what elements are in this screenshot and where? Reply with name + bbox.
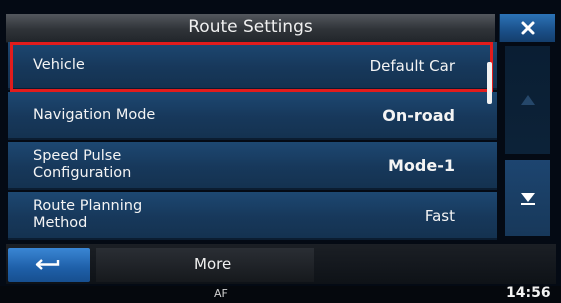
af-indicator: AF — [214, 287, 228, 300]
setting-row-route-planning[interactable]: Route Planning Method Fast — [8, 192, 497, 240]
selection-highlight — [10, 42, 493, 92]
more-button[interactable]: More — [96, 248, 314, 282]
more-button-label: More — [194, 255, 232, 273]
setting-value: Mode-1 — [388, 156, 455, 175]
scroll-panel — [505, 46, 550, 236]
close-button[interactable] — [499, 14, 555, 42]
clock: 14:56 — [506, 285, 551, 301]
setting-label: Speed Pulse Configuration — [33, 148, 132, 181]
page-title: Route Settings — [188, 17, 313, 37]
triangle-down-icon — [520, 193, 535, 205]
title-bar: Route Settings — [6, 14, 495, 43]
setting-label: Navigation Mode — [33, 107, 156, 123]
setting-value: On-road — [382, 106, 455, 125]
setting-value: Fast — [424, 207, 455, 225]
setting-row-navigation-mode[interactable]: Navigation Mode On-road — [8, 92, 497, 140]
scroll-down-button[interactable] — [505, 160, 550, 236]
return-arrow-icon — [35, 259, 60, 270]
triangle-up-icon — [520, 95, 535, 105]
route-settings-screen: Route Settings Vehicle Default Car Navig… — [0, 0, 561, 303]
setting-row-speed-pulse[interactable]: Speed Pulse Configuration Mode-1 — [8, 142, 497, 190]
close-icon — [521, 21, 534, 35]
status-bar: AF 14:56 — [0, 285, 561, 303]
scroll-up-button[interactable] — [505, 46, 550, 154]
back-button[interactable] — [8, 248, 90, 282]
setting-label: Route Planning Method — [33, 198, 143, 231]
list-scroll-thumb[interactable] — [487, 62, 492, 104]
